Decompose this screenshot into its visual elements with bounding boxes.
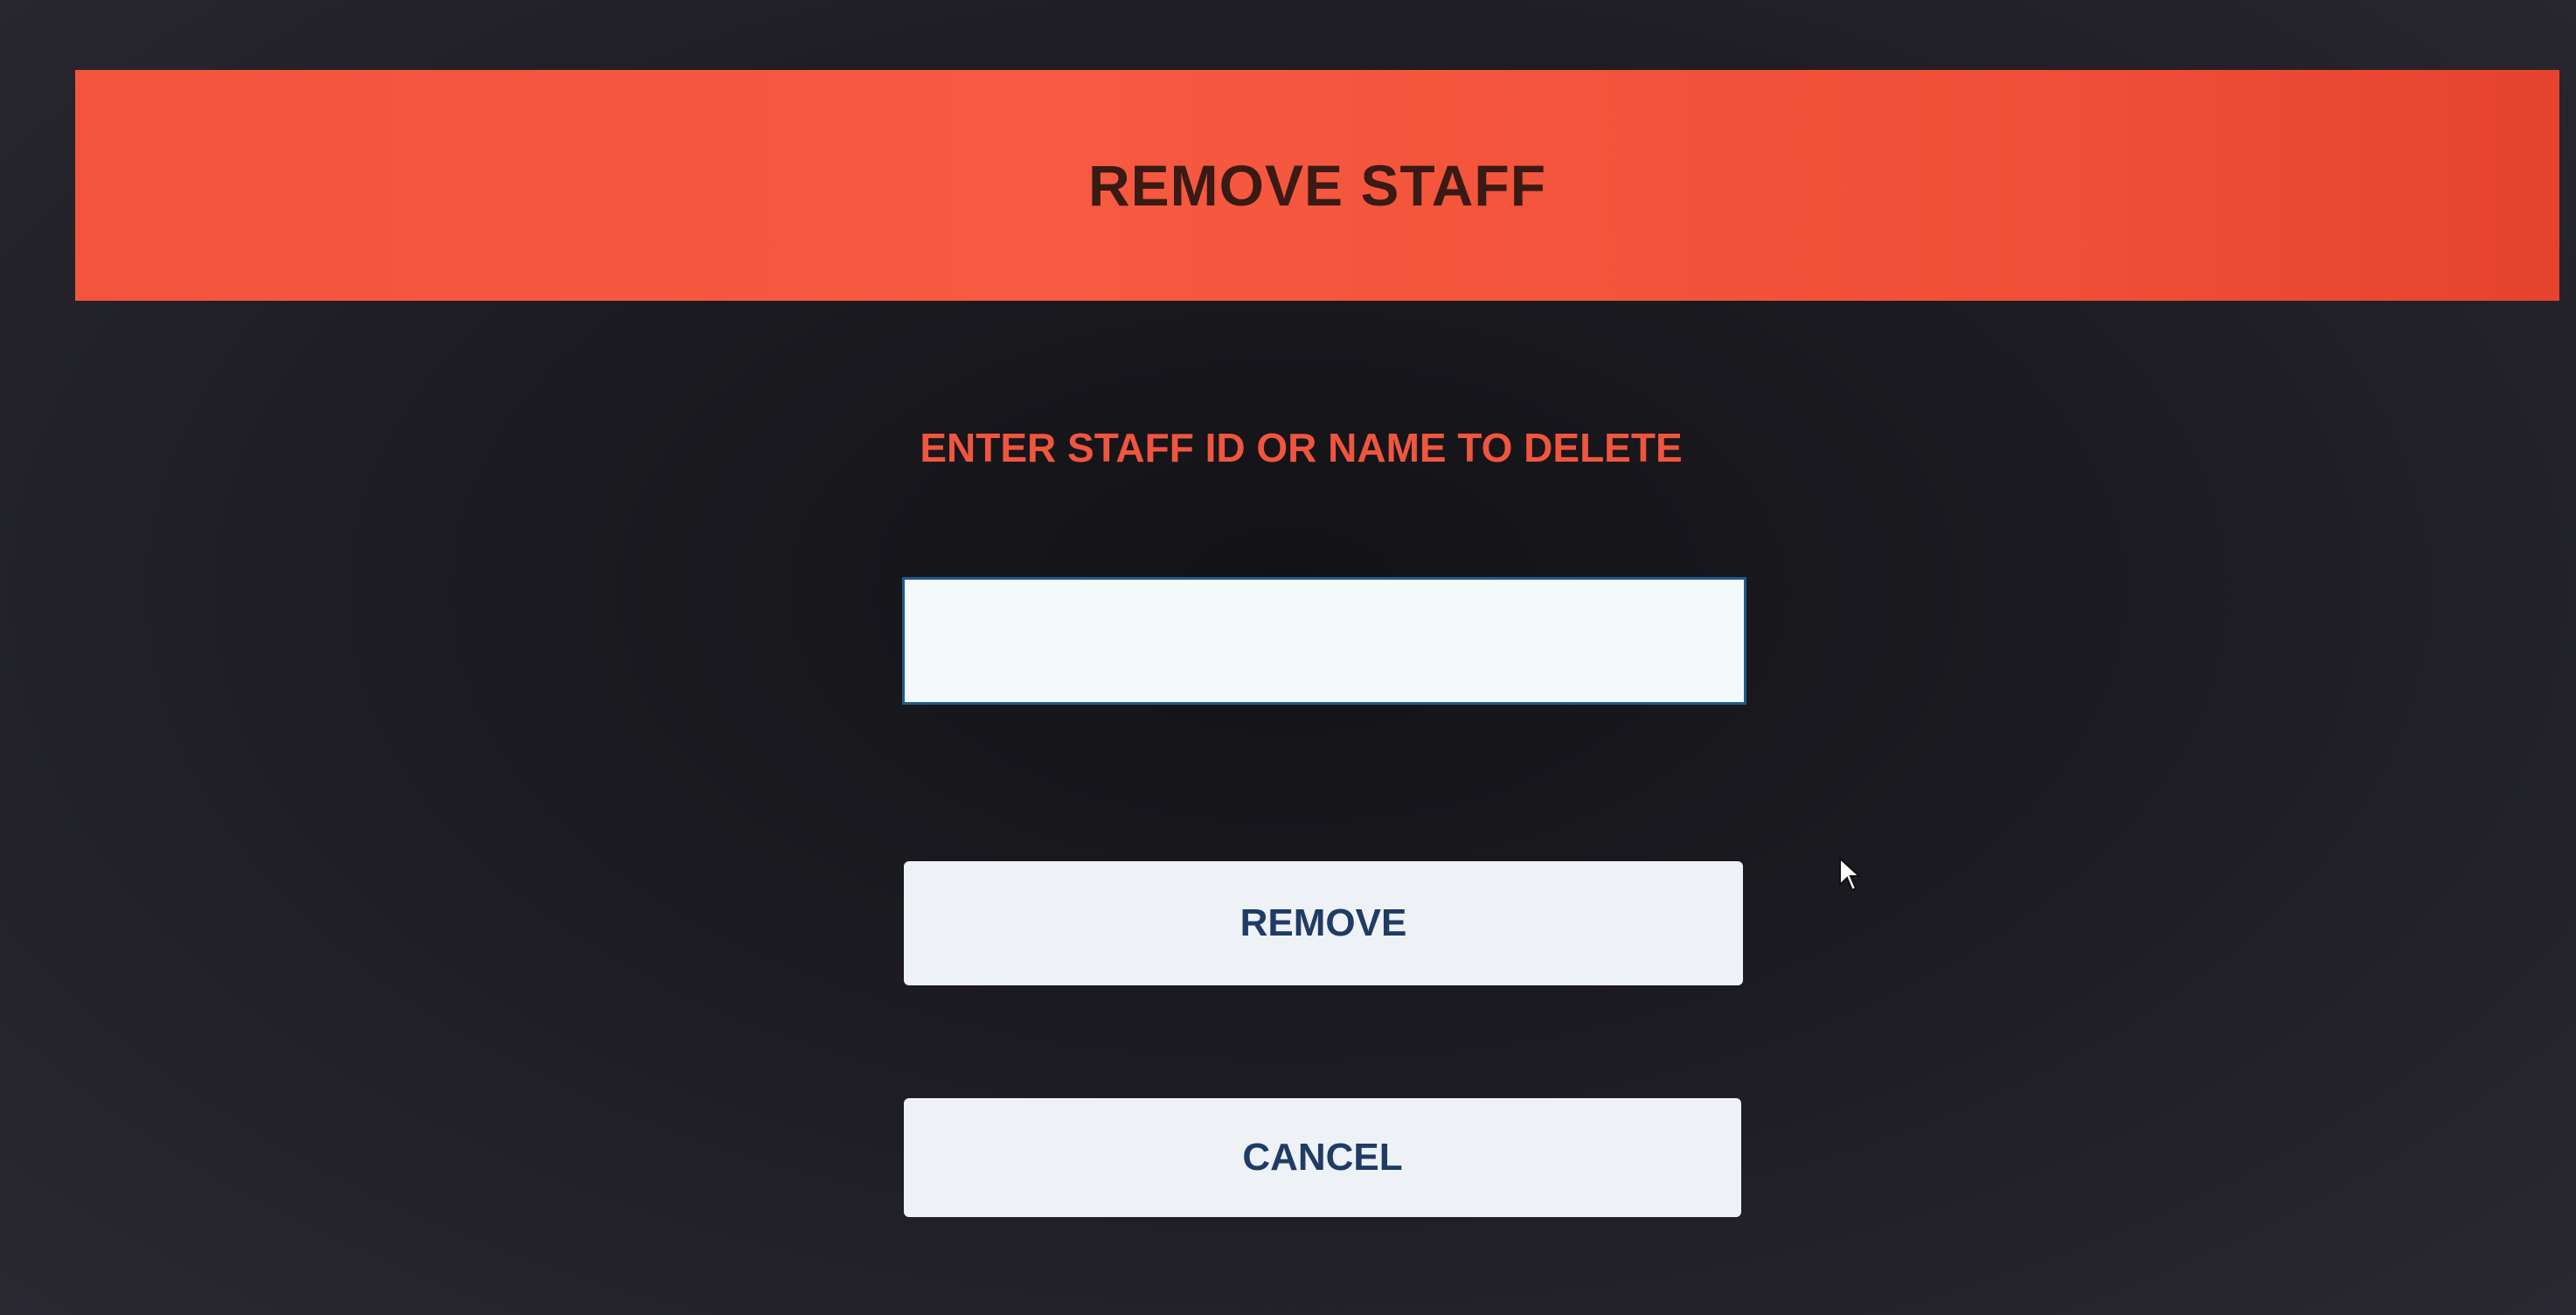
- remove-button[interactable]: REMOVE: [904, 861, 1743, 985]
- input-prompt-text: ENTER STAFF ID OR NAME TO DELETE: [920, 425, 1683, 470]
- remove-staff-screen: REMOVE STAFF ENTER STAFF ID OR NAME TO D…: [0, 0, 2576, 1315]
- mouse-pointer-icon: [1839, 857, 1862, 892]
- staff-id-input[interactable]: [902, 577, 1746, 705]
- input-prompt-label: ENTER STAFF ID OR NAME TO DELETE: [0, 424, 2576, 471]
- header-bar: REMOVE STAFF: [75, 70, 2559, 301]
- page-title: REMOVE STAFF: [1087, 153, 1547, 218]
- cancel-button[interactable]: CANCEL: [904, 1098, 1741, 1217]
